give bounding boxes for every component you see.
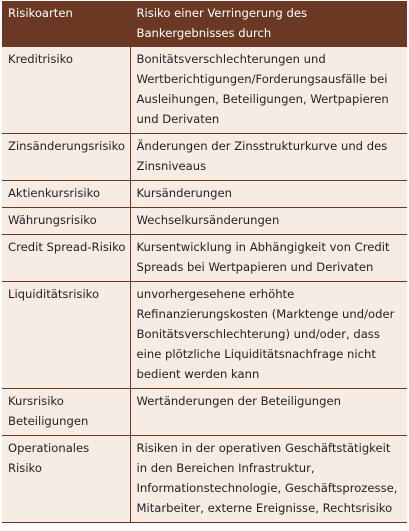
risk-type-cell: Kursrisiko Beteiligungen xyxy=(2,388,130,436)
header-risk-types: Risikoarten xyxy=(2,1,130,47)
header-risk-description: Risiko einer Verringerung des Bankergebn… xyxy=(129,1,407,47)
risk-type-cell: Aktienkursrisiko xyxy=(2,180,130,208)
table-row: Operationales Risiko Risiken in der oper… xyxy=(2,435,407,523)
risk-description-cell: Wechselkursänderungen xyxy=(129,207,407,235)
risk-description-cell: Risiken in der operativen Geschäftstätig… xyxy=(129,435,407,523)
table-row: Kursrisiko Beteiligungen Wertänderungen … xyxy=(2,388,407,436)
risk-type-cell: Währungsrisiko xyxy=(2,207,130,235)
risk-types-table: Risikoarten Risiko einer Verringerung de… xyxy=(2,1,407,523)
risk-type-cell: Credit Spread-Risiko xyxy=(2,234,130,282)
risk-description-cell: Kursänderungen xyxy=(129,180,407,208)
table-row: Zinsänderungsrisiko Änderungen der Zinss… xyxy=(2,133,407,181)
risk-description-cell: Wertänderungen der Beteiligungen xyxy=(129,388,407,436)
risk-description-cell: Kursentwicklung in Abhängigkeit von Cred… xyxy=(129,234,407,282)
risk-type-cell: Operationales Risiko xyxy=(2,435,130,523)
risk-description-cell: unvorhergesehene erhöhte Refinanzierungs… xyxy=(129,281,407,389)
risk-description-cell: Bonitätsverschlechterungen und Wertberic… xyxy=(129,47,407,134)
table-row: Währungsrisiko Wechselkursänderungen xyxy=(2,207,407,235)
risk-type-cell: Kreditrisiko xyxy=(8,52,74,66)
risk-type-cell: Zinsänderungsrisiko xyxy=(2,133,130,181)
table-row: Aktienkursrisiko Kursänderungen xyxy=(2,180,407,208)
table-row: Credit Spread-Risiko Kursentwicklung in … xyxy=(2,234,407,282)
table-row: Kreditrisiko Bonitätsverschlechterungen … xyxy=(2,47,407,134)
risk-type-cell: Liquiditätsrisiko xyxy=(2,281,130,389)
table-row: Liquiditätsrisiko unvorhergesehene erhöh… xyxy=(2,281,407,389)
table-header-row: Risikoarten Risiko einer Verringerung de… xyxy=(2,1,407,47)
risk-description-cell: Änderungen der Zinsstrukturkurve und des… xyxy=(129,133,407,181)
